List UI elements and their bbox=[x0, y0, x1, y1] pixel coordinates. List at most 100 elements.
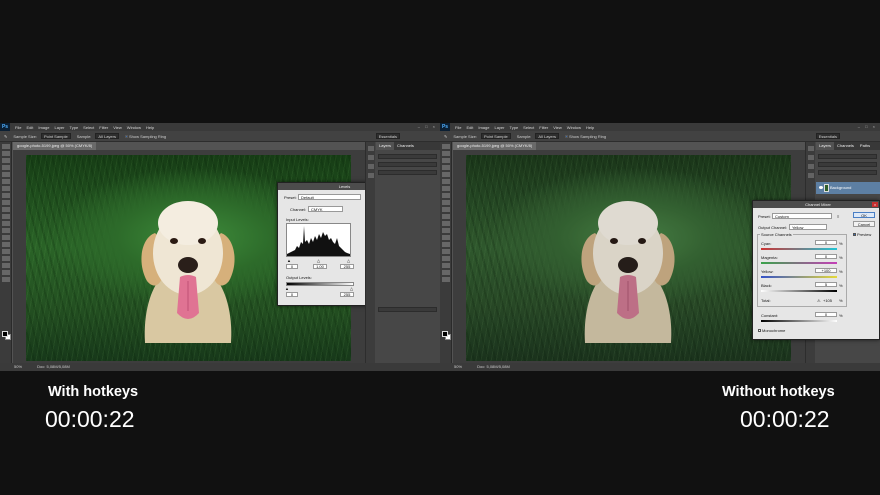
tab-channels[interactable]: Channels bbox=[834, 142, 857, 150]
hand-tool-icon[interactable] bbox=[1, 270, 10, 275]
menu-image[interactable]: Image bbox=[38, 125, 49, 130]
ok-button[interactable]: OK bbox=[853, 212, 875, 218]
cyan-field[interactable]: 0 bbox=[815, 240, 837, 245]
menu-layer[interactable]: Layer bbox=[54, 125, 64, 130]
dodge-tool-icon[interactable] bbox=[441, 235, 450, 240]
eraser-tool-icon[interactable] bbox=[441, 214, 450, 219]
tab-layers[interactable]: Layers bbox=[376, 142, 395, 150]
menu-window[interactable]: Window bbox=[127, 125, 141, 130]
input-black-field[interactable]: 0 bbox=[286, 264, 298, 269]
document-tab[interactable]: google-photo-5199.jpeg @ 50% (CMYK/8) bbox=[13, 142, 97, 150]
menu-view[interactable]: View bbox=[553, 125, 562, 130]
menu-window[interactable]: Window bbox=[567, 125, 581, 130]
menu-file[interactable]: File bbox=[15, 125, 21, 130]
path-select-tool-icon[interactable] bbox=[441, 256, 450, 261]
adjustments-panel-icon[interactable] bbox=[807, 164, 814, 169]
adjustments-panel-icon[interactable] bbox=[367, 164, 374, 169]
menu-help[interactable]: Help bbox=[146, 125, 154, 130]
tab-layers[interactable]: Layers bbox=[816, 142, 835, 150]
blur-tool-icon[interactable] bbox=[441, 228, 450, 233]
type-tool-icon[interactable] bbox=[1, 249, 10, 254]
zoom-level[interactable]: 50% bbox=[454, 364, 462, 369]
move-tool-icon[interactable] bbox=[441, 144, 450, 149]
clone-tool-icon[interactable] bbox=[441, 200, 450, 205]
brush-tool-icon[interactable] bbox=[441, 193, 450, 198]
yellow-field[interactable]: +100 bbox=[815, 268, 837, 273]
input-black-slider-icon[interactable]: ▲ bbox=[287, 258, 291, 263]
lock-row[interactable] bbox=[378, 170, 437, 175]
properties-panel-icon[interactable] bbox=[807, 155, 814, 160]
magenta-field[interactable]: 0 bbox=[815, 254, 837, 259]
document-tab[interactable]: google-photo-5199.jpeg @ 50% (CMYK/8) bbox=[453, 142, 537, 150]
pen-tool-icon[interactable] bbox=[441, 242, 450, 247]
menu-filter[interactable]: Filter bbox=[99, 125, 108, 130]
lasso-tool-icon[interactable] bbox=[1, 158, 10, 163]
yellow-slider[interactable] bbox=[761, 276, 837, 278]
menu-file[interactable]: File bbox=[455, 125, 461, 130]
workspace-select[interactable]: Essentials bbox=[815, 133, 840, 139]
pen-tool-icon[interactable] bbox=[1, 242, 10, 247]
sample-size-select[interactable]: Point Sample bbox=[480, 133, 511, 139]
dodge-tool-icon[interactable] bbox=[1, 235, 10, 240]
eyedropper-tool-icon[interactable] bbox=[1, 179, 10, 184]
menu-type[interactable]: Type bbox=[70, 125, 79, 130]
blend-mode-row[interactable] bbox=[378, 162, 437, 167]
menu-layer[interactable]: Layer bbox=[494, 125, 504, 130]
monochrome-checkbox[interactable]: Monochrome bbox=[758, 328, 785, 333]
preset-select[interactable]: Default bbox=[298, 194, 361, 200]
clone-tool-icon[interactable] bbox=[1, 200, 10, 205]
constant-field[interactable]: 0 bbox=[815, 312, 837, 317]
cyan-slider[interactable] bbox=[761, 248, 837, 250]
preview-checkbox[interactable]: Preview bbox=[853, 232, 871, 237]
constant-slider[interactable] bbox=[761, 320, 837, 322]
history-brush-tool-icon[interactable] bbox=[441, 207, 450, 212]
zoom-tool-icon[interactable] bbox=[1, 277, 10, 282]
brush-tool-icon[interactable] bbox=[1, 193, 10, 198]
shape-tool-icon[interactable] bbox=[1, 263, 10, 268]
swatches-panel-icon[interactable] bbox=[807, 173, 814, 178]
zoom-level[interactable]: 50% bbox=[14, 364, 22, 369]
magenta-slider[interactable] bbox=[761, 262, 837, 264]
layer-filter-row[interactable] bbox=[378, 154, 437, 159]
foreground-color-swatch[interactable] bbox=[442, 331, 448, 337]
shape-tool-icon[interactable] bbox=[441, 263, 450, 268]
properties-panel-icon[interactable] bbox=[367, 155, 374, 160]
black-field[interactable]: 5 bbox=[815, 282, 837, 287]
output-white-slider-icon[interactable]: △ bbox=[350, 286, 353, 291]
lock-row[interactable] bbox=[818, 170, 877, 175]
menu-edit[interactable]: Edit bbox=[26, 125, 33, 130]
input-white-field[interactable]: 255 bbox=[340, 264, 354, 269]
history-panel-icon[interactable] bbox=[807, 146, 814, 151]
type-tool-icon[interactable] bbox=[441, 249, 450, 254]
hand-tool-icon[interactable] bbox=[441, 270, 450, 275]
layer-background[interactable]: Background bbox=[816, 182, 880, 194]
workspace-select[interactable]: Essentials bbox=[375, 133, 400, 139]
path-select-tool-icon[interactable] bbox=[1, 256, 10, 261]
gradient-tool-icon[interactable] bbox=[1, 221, 10, 226]
eraser-tool-icon[interactable] bbox=[1, 214, 10, 219]
sample-select[interactable]: All Layers bbox=[535, 133, 559, 139]
move-tool-icon[interactable] bbox=[1, 144, 10, 149]
sample-size-select[interactable]: Point Sample bbox=[40, 133, 71, 139]
eyedropper-tool-icon[interactable] bbox=[441, 179, 450, 184]
preset-select[interactable]: Custom bbox=[772, 213, 832, 219]
zoom-tool-icon[interactable] bbox=[441, 277, 450, 282]
tab-paths[interactable]: Paths bbox=[857, 142, 873, 150]
output-black-field[interactable]: 0 bbox=[286, 292, 298, 297]
crop-tool-icon[interactable] bbox=[1, 172, 10, 177]
quick-select-tool-icon[interactable] bbox=[441, 165, 450, 170]
output-channel-select[interactable]: Yellow bbox=[789, 224, 827, 230]
close-icon[interactable]: × bbox=[872, 202, 878, 207]
input-gamma-field[interactable]: 1,00 bbox=[313, 264, 327, 269]
show-sampling-ring-checkbox[interactable]: Show Sampling Ring bbox=[124, 134, 166, 139]
menu-select[interactable]: Select bbox=[83, 125, 94, 130]
visibility-eye-icon[interactable] bbox=[819, 186, 823, 189]
history-panel-icon[interactable] bbox=[367, 146, 374, 151]
healing-tool-icon[interactable] bbox=[441, 186, 450, 191]
layer-footer-row[interactable] bbox=[378, 307, 437, 312]
input-gray-slider-icon[interactable]: △ bbox=[317, 258, 320, 263]
layer-filter-row[interactable] bbox=[818, 154, 877, 159]
black-slider[interactable] bbox=[761, 290, 837, 292]
menu-filter[interactable]: Filter bbox=[539, 125, 548, 130]
menu-help[interactable]: Help bbox=[586, 125, 594, 130]
